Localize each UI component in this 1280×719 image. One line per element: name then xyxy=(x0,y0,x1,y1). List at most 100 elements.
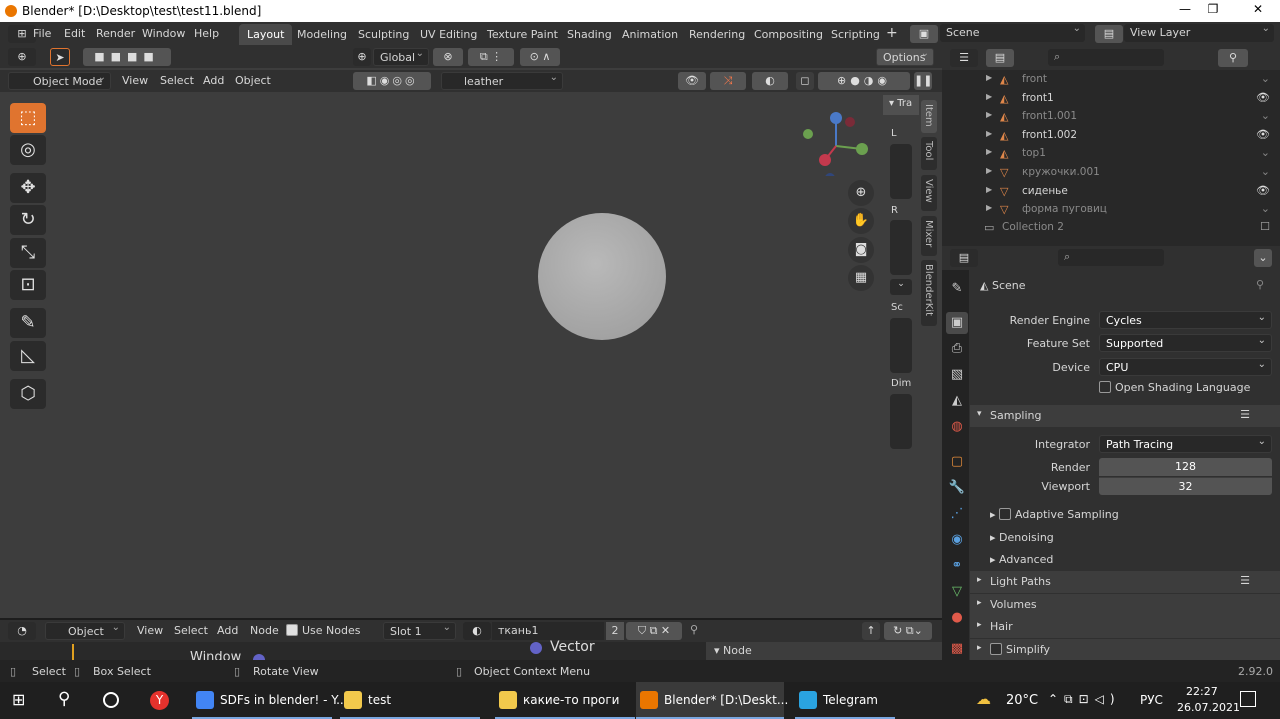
overlays-icon[interactable]: ◐ xyxy=(752,72,788,90)
hidden-toggle-icon[interactable]: ⌄ xyxy=(1261,109,1270,122)
tab-layout[interactable]: Layout xyxy=(239,24,293,45)
list-icon[interactable]: ☰ xyxy=(1240,574,1250,587)
physics-tab-icon[interactable]: ◉ xyxy=(946,529,968,551)
tab-rendering[interactable]: Rendering xyxy=(681,24,753,45)
taskbar-app-1[interactable]: test xyxy=(340,682,480,719)
osl-checkbox-box[interactable] xyxy=(1099,381,1111,393)
texture-tab-icon[interactable]: ▩ xyxy=(946,638,968,660)
cursor-tool[interactable]: ◎ xyxy=(10,135,46,165)
outliner-row[interactable]: ▶ ◭ front1.001 ⌄ xyxy=(942,107,1280,126)
render-engine-dropdown[interactable]: Cycles xyxy=(1099,311,1272,329)
tab-scripting[interactable]: Scripting xyxy=(823,24,888,45)
sidebar-tab-view[interactable]: View xyxy=(921,175,937,211)
tab-texture-paint[interactable]: Texture Paint xyxy=(479,24,566,45)
close-button[interactable]: ✕ xyxy=(1243,2,1273,20)
zoom-icon[interactable]: ⊕ xyxy=(848,180,874,206)
expand-arrow-icon[interactable]: ▶ xyxy=(986,203,992,212)
xray-icon[interactable]: ◻ xyxy=(796,72,814,90)
node-editor-type-icon[interactable]: ◔ xyxy=(8,622,36,640)
collection-checkbox-icon[interactable]: ☐ xyxy=(1260,220,1270,233)
visibility-eye-icon[interactable]: 👁 xyxy=(1256,91,1270,104)
tool-tab-icon[interactable]: ✎ xyxy=(946,278,968,300)
outliner-row[interactable]: ▶ ◭ front1.002 👁 xyxy=(942,126,1280,145)
perspective-grid-icon[interactable]: ▦ xyxy=(848,265,874,291)
simplify-checkbox[interactable] xyxy=(990,643,1002,655)
sphere-object[interactable] xyxy=(538,213,666,340)
notifications-icon[interactable] xyxy=(1240,691,1256,707)
outliner-row[interactable]: ▶ ◭ top1 ⌄ xyxy=(942,144,1280,163)
node-menu-node[interactable]: Node xyxy=(250,624,279,637)
material-search-field[interactable]: leather xyxy=(441,72,563,90)
scale-fields[interactable] xyxy=(890,318,912,373)
transform-orientation-dropdown[interactable]: Global xyxy=(373,48,429,66)
modifier-tab-icon[interactable]: 🔧 xyxy=(946,477,968,499)
constraints-tab-icon[interactable]: ⚭ xyxy=(946,555,968,577)
rotate-tool[interactable]: ↻ xyxy=(10,205,46,235)
selection-mode-icons[interactable]: ■■■■ xyxy=(83,48,171,66)
sidebar-tab-item[interactable]: Item xyxy=(921,100,937,133)
vector-socket-icon[interactable] xyxy=(530,642,542,654)
properties-editor-icon[interactable]: ▤ xyxy=(950,249,978,267)
node-menu-select[interactable]: Select xyxy=(174,624,208,637)
expand-arrow-icon[interactable]: ▶ xyxy=(986,166,992,175)
integrator-dropdown[interactable]: Path Tracing xyxy=(1099,435,1272,453)
use-nodes-box[interactable] xyxy=(286,624,298,636)
options-dropdown[interactable]: Options xyxy=(876,48,934,66)
search-icon[interactable]: ⚲ xyxy=(58,689,70,709)
visibility-eye-icon[interactable]: 👁 xyxy=(1256,128,1270,141)
tab-compositing[interactable]: Compositing xyxy=(746,24,831,45)
rotation-fields[interactable] xyxy=(890,220,912,275)
collection-row[interactable]: ▭ Collection 2 ☐ xyxy=(942,218,1280,237)
scene-browse-icon[interactable]: ▣ xyxy=(910,25,938,43)
expand-arrow-icon[interactable]: ▶ xyxy=(986,129,992,138)
view-layer-browse-icon[interactable]: ▤ xyxy=(1095,25,1123,43)
clock-time[interactable]: 22:27 xyxy=(1186,685,1218,698)
weather-icon[interactable]: ☁ xyxy=(976,690,991,708)
visibility-icon[interactable]: 👁 xyxy=(678,72,706,90)
view-layer-tab-icon[interactable]: ▧ xyxy=(946,364,968,386)
language-indicator[interactable]: РУС xyxy=(1140,693,1163,707)
gizmo-icon[interactable]: ⤨ xyxy=(710,72,746,90)
render-samples-field[interactable]: 128 xyxy=(1099,458,1272,476)
weather-temp[interactable]: 20°C xyxy=(1006,693,1038,708)
rotation-mode-dropdown[interactable]: ⌄ xyxy=(890,279,912,295)
pan-hand-icon[interactable]: ✋ xyxy=(848,208,874,234)
sidebar-toggle-icon[interactable]: ❚❚ xyxy=(914,72,932,90)
menu-add[interactable]: Add xyxy=(203,74,224,87)
location-fields[interactable] xyxy=(890,144,912,199)
osl-checkbox[interactable]: Open Shading Language xyxy=(1099,381,1250,394)
snap-node-icons[interactable]: ↻ ⧉⌄ xyxy=(884,622,932,640)
taskbar-app-4[interactable]: Telegram xyxy=(795,682,895,719)
world-tab-icon[interactable]: ◍ xyxy=(946,416,968,438)
material-name-field[interactable]: ткань1 xyxy=(492,622,604,640)
outliner-row[interactable]: ▶ ◭ front ⌄ xyxy=(942,70,1280,89)
editor-type-3d-icon[interactable]: ⊕ xyxy=(8,48,36,66)
navigation-gizmo[interactable] xyxy=(798,106,878,176)
menu-object[interactable]: Object xyxy=(235,74,271,87)
light-paths-panel[interactable]: Light Paths ☰ xyxy=(970,571,1280,593)
expand-arrow-icon[interactable]: ▶ xyxy=(986,92,992,101)
render-tab-icon[interactable]: ▣ xyxy=(946,312,968,334)
menu-file[interactable]: File xyxy=(33,27,51,40)
node-panel-header[interactable]: ▾ Node xyxy=(706,642,942,660)
taskbar-app-3[interactable]: Blender* [D:\Deskt... xyxy=(636,682,788,719)
pin-icon[interactable]: ⚲ xyxy=(1256,278,1264,291)
add-workspace-icon[interactable]: + xyxy=(886,25,898,41)
node-pin-icon[interactable]: ⚲ xyxy=(690,623,698,636)
tray-icons[interactable]: ⌃⧉⊡◁) xyxy=(1048,692,1121,707)
clock-date[interactable]: 26.07.2021 xyxy=(1177,701,1240,714)
taskbar-app-2[interactable]: какие-то проги xyxy=(495,682,635,719)
tab-animation[interactable]: Animation xyxy=(614,24,686,45)
proportional-edit-icon[interactable]: ⊙ ∧ xyxy=(520,48,560,66)
menu-window[interactable]: Window xyxy=(142,27,185,40)
device-dropdown[interactable]: CPU xyxy=(1099,358,1272,376)
users-count[interactable]: 2 xyxy=(606,622,624,640)
properties-search-icon[interactable]: ⌕ xyxy=(1058,249,1164,266)
shading-mode-icons[interactable]: ⊕●◑◉ xyxy=(818,72,910,90)
sidebar-panel-header[interactable]: ▾ Tra xyxy=(883,95,919,115)
menu-select[interactable]: Select xyxy=(160,74,194,87)
transform-tool[interactable]: ⊡ xyxy=(10,270,46,300)
hidden-toggle-icon[interactable]: ⌄ xyxy=(1261,202,1270,215)
scene-field[interactable]: Scene xyxy=(940,23,1085,42)
tab-uv-editing[interactable]: UV Editing xyxy=(412,24,485,45)
